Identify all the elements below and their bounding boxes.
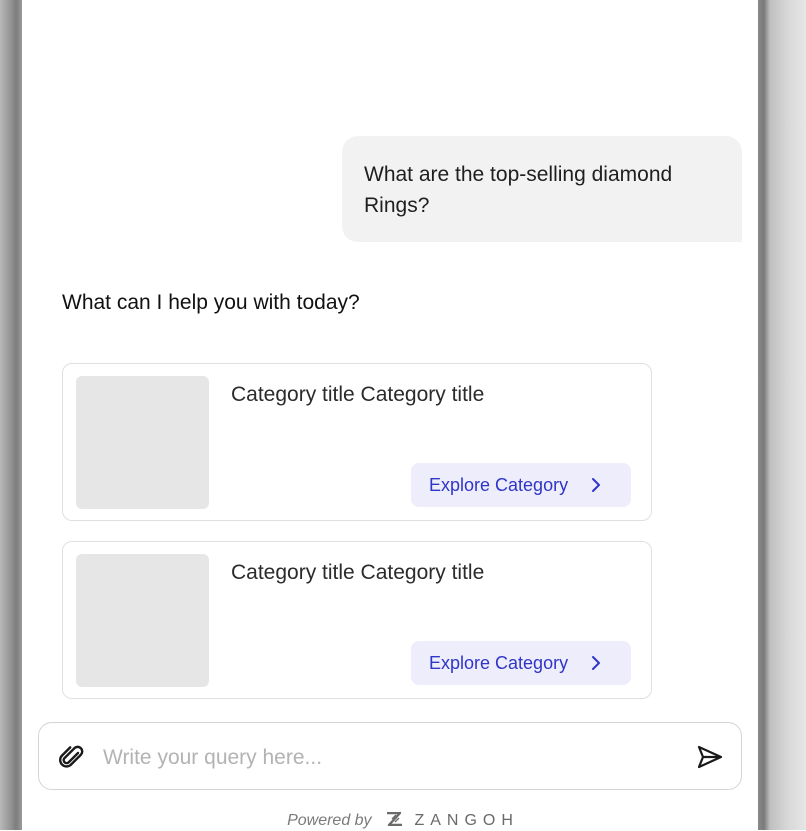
composer-bar bbox=[38, 722, 742, 790]
paperclip-icon[interactable] bbox=[57, 743, 85, 771]
powered-by-footer: Powered by ZANGOH bbox=[0, 811, 806, 830]
explore-category-label: Explore Category bbox=[429, 652, 569, 673]
chevron-right-icon bbox=[588, 655, 604, 671]
frame-right-edge bbox=[758, 0, 806, 830]
category-title: Category title Category title bbox=[231, 561, 485, 584]
frame-left-edge bbox=[0, 0, 22, 830]
category-card: Category title Category title Explore Ca… bbox=[62, 363, 652, 521]
explore-category-button[interactable]: Explore Category bbox=[411, 641, 631, 685]
bot-message-text: What can I help you with today? bbox=[62, 291, 360, 314]
brand-name: ZANGOH bbox=[414, 812, 519, 829]
brand-logo-icon bbox=[386, 811, 404, 827]
query-input[interactable] bbox=[101, 737, 665, 779]
category-card: Category title Category title Explore Ca… bbox=[62, 541, 652, 699]
category-thumbnail bbox=[76, 554, 209, 687]
user-message-bubble: What are the top-selling diamond Rings? bbox=[342, 136, 742, 242]
explore-category-button[interactable]: Explore Category bbox=[411, 463, 631, 507]
category-title: Category title Category title bbox=[231, 383, 485, 406]
category-thumbnail bbox=[76, 376, 209, 509]
send-icon[interactable] bbox=[695, 742, 725, 772]
explore-category-label: Explore Category bbox=[429, 474, 569, 495]
user-message-text: What are the top-selling diamond Rings? bbox=[364, 163, 673, 217]
powered-by-label: Powered by bbox=[287, 812, 372, 829]
chevron-right-icon bbox=[588, 477, 604, 493]
